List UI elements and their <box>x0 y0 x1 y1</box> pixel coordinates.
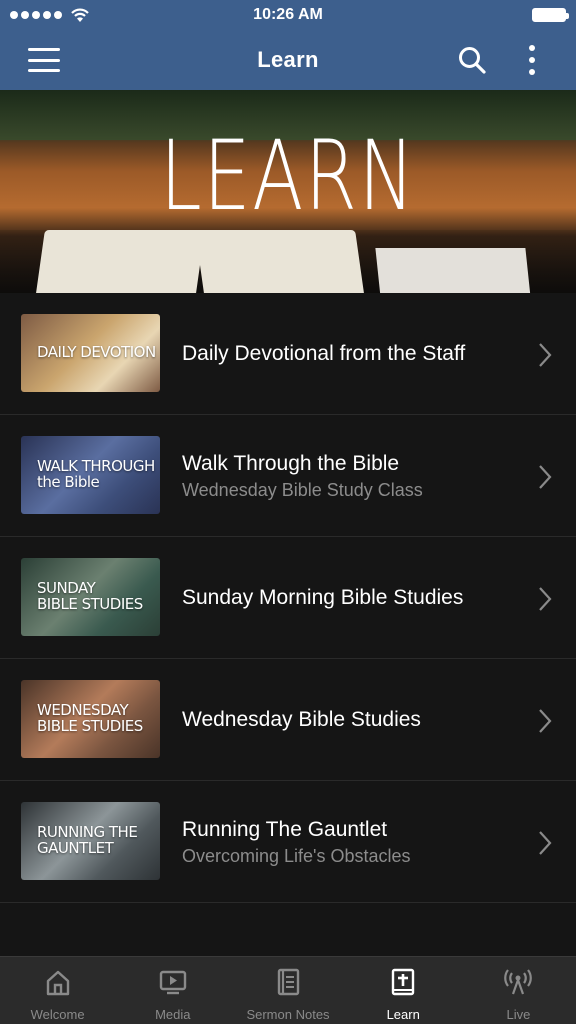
wifi-icon <box>71 8 89 22</box>
list-item-text: Running The Gauntlet Overcoming Life's Ob… <box>182 781 522 903</box>
chevron-right-icon <box>539 587 552 611</box>
open-bible-right-page <box>195 230 365 293</box>
list-item-thumbnail: SUNDAY BIBLE STUDIES <box>21 558 160 636</box>
tab-label: Sermon Notes <box>246 1007 330 1022</box>
list-item[interactable]: WEDNESDAY BIBLE STUDIES Wednesday Bible St… <box>0 659 576 781</box>
chevron-right-icon <box>539 709 552 733</box>
list-item[interactable]: RUNNING THE GAUNTLET Running The Gauntlet O… <box>0 781 576 903</box>
list-item-title: Walk Through the Bible <box>182 451 400 475</box>
thumbnail-caption-line: BIBLE STUDIES <box>37 717 143 735</box>
search-icon[interactable] <box>456 44 488 76</box>
chevron-right-icon <box>539 831 552 855</box>
notebook-icon <box>277 968 300 996</box>
list-item-text: Wednesday Bible Studies <box>182 659 522 781</box>
battery-icon <box>532 8 569 22</box>
hero-title: LEARN <box>159 120 417 232</box>
chevron-right-icon <box>539 465 552 489</box>
media-play-icon <box>159 970 186 995</box>
thumbnail-caption-line: DAILY DEVOTION <box>37 343 156 362</box>
list-item[interactable]: WALK THROUGH the Bible Walk Through the Bi… <box>0 415 576 537</box>
thumbnail-caption: WALK THROUGH the Bible <box>21 436 160 514</box>
tab-welcome[interactable]: Welcome <box>0 957 115 1024</box>
thumbnail-caption: RUNNING THE GAUNTLET <box>21 802 160 880</box>
list-item-text: Sunday Morning Bible Studies <box>182 537 522 659</box>
list-item-subtitle: Overcoming Life's Obstacles <box>182 845 411 866</box>
list-item[interactable]: SUNDAY BIBLE STUDIES Sunday Morning Bible … <box>0 537 576 659</box>
bible-icon <box>392 968 415 996</box>
hero-banner: LEARN <box>0 90 576 293</box>
list-item-thumbnail: DAILY DEVOTION <box>21 314 160 392</box>
tab-label: Media <box>155 1007 191 1022</box>
learn-list: DAILY DEVOTION Daily Devotional from the … <box>0 293 576 903</box>
chevron-right-icon <box>539 343 552 367</box>
home-icon <box>46 970 69 996</box>
list-item-text: Walk Through the Bible Wednesday Bible St… <box>182 415 522 537</box>
thumbnail-caption-line: the Bible <box>37 473 100 491</box>
list-item-title: Running The Gauntlet <box>182 817 388 841</box>
tab-learn[interactable]: Learn <box>346 957 461 1024</box>
list-item-subtitle: Wednesday Bible Study Class <box>182 479 423 500</box>
tab-sermon-notes[interactable]: Sermon Notes <box>230 957 345 1024</box>
open-bible-left-page <box>35 230 205 293</box>
signal-strength-icon <box>10 11 62 19</box>
navigation-bar: Learn <box>0 30 576 90</box>
tab-label: Welcome <box>30 1007 85 1022</box>
list-item-title: Wednesday Bible Studies <box>182 708 421 731</box>
thumbnail-caption: SUNDAY BIBLE STUDIES <box>21 558 160 636</box>
list-item-title: Daily Devotional from the Staff <box>182 342 466 365</box>
tab-label: Live <box>506 1007 531 1022</box>
list-item-thumbnail: WALK THROUGH the Bible <box>21 436 160 514</box>
list-item-thumbnail: WEDNESDAY BIBLE STUDIES <box>21 680 160 758</box>
thumbnail-caption-line: GAUNTLET <box>37 839 114 857</box>
list-item[interactable]: DAILY DEVOTION Daily Devotional from the … <box>0 293 576 415</box>
tab-bar: Welcome Media Sermon Notes Learn Live <box>0 956 576 1024</box>
tab-media[interactable]: Media <box>115 957 230 1024</box>
broadcast-icon <box>504 969 533 995</box>
tab-label: Learn <box>386 1007 420 1022</box>
more-vertical-icon[interactable] <box>520 43 544 77</box>
notebook-image <box>375 248 531 293</box>
status-bar: 10:26 AM <box>0 0 576 30</box>
list-item-thumbnail: RUNNING THE GAUNTLET <box>21 802 160 880</box>
list-item-title: Sunday Morning Bible Studies <box>182 586 464 609</box>
thumbnail-caption-line: BIBLE STUDIES <box>37 595 143 613</box>
thumbnail-caption: DAILY DEVOTION <box>21 314 160 392</box>
list-item-text: Daily Devotional from the Staff <box>182 293 522 415</box>
thumbnail-caption: WEDNESDAY BIBLE STUDIES <box>21 680 160 758</box>
page-title: Learn <box>257 47 319 72</box>
tab-live[interactable]: Live <box>461 957 576 1024</box>
status-left <box>10 7 90 23</box>
